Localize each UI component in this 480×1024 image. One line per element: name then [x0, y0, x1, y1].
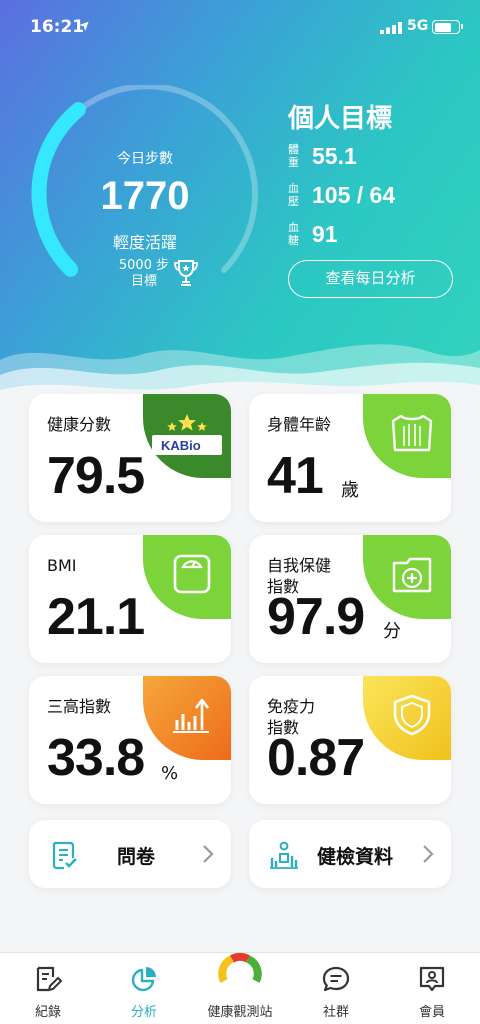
health-gauge-icon: [218, 952, 262, 983]
checkup-data-label: 健檢資料: [317, 846, 394, 868]
tab-member[interactable]: 會員: [392, 953, 472, 1024]
self-care-unit: 分: [383, 621, 401, 642]
pie-chart-icon: [131, 967, 156, 992]
three-high-title: 三高指數: [47, 697, 112, 716]
goal-weight-value: 55.1: [312, 143, 357, 169]
tab-community-label: 社群: [322, 1005, 349, 1020]
status-bar: 16:21 ➤ 5G: [0, 0, 480, 54]
medical-kit-icon: [392, 557, 432, 593]
bottom-tab-bar: 紀錄 分析 健康觀測站 社群 會員: [0, 952, 480, 1024]
body-age-unit: 歲: [341, 480, 359, 501]
goal-blood-sugar-value: 91: [312, 221, 338, 247]
health-score-value: 79.5: [47, 447, 145, 505]
self-care-card[interactable]: 自我保健 指數 97.9 分: [249, 535, 451, 663]
goal-blood-pressure-value: 105 / 64: [312, 182, 396, 208]
daily-analysis-button[interactable]: 查看每日分析: [288, 260, 453, 298]
tab-record[interactable]: 紀錄: [8, 953, 88, 1024]
signal-icon: [380, 22, 402, 34]
self-care-title-line1: 自我保健: [267, 556, 332, 575]
goal-blood-pressure-label: 血壓: [288, 182, 299, 208]
status-time: 16:21: [30, 17, 85, 37]
network-type: 5G: [407, 18, 429, 34]
personal-goals-title: 個人目標: [288, 104, 393, 134]
immunity-value: 0.87: [267, 729, 365, 787]
rising-chart-icon: [173, 698, 210, 733]
checkup-data-button[interactable]: 健檢資料: [249, 820, 451, 888]
self-care-value: 97.9: [267, 588, 365, 646]
chat-bubble-icon: [322, 966, 350, 992]
today-steps-value: 1770: [100, 174, 190, 218]
three-high-card[interactable]: 三高指數 33.8 %: [29, 676, 231, 804]
member-card-icon: [419, 966, 445, 992]
three-high-badge: [143, 676, 231, 760]
three-high-value: 33.8: [47, 729, 145, 787]
bmi-title: BMI: [47, 556, 77, 575]
bmi-value: 21.1: [47, 588, 145, 646]
tab-health-station-label: 健康觀測站: [207, 1005, 273, 1020]
body-age-card[interactable]: 身體年齡 41 歲: [249, 394, 451, 522]
record-edit-icon: [36, 966, 62, 992]
body-age-title: 身體年齡: [267, 415, 332, 434]
immunity-title-line1: 免疫力: [267, 697, 316, 716]
kabio-logo: KABio: [143, 394, 231, 478]
trophy-icon: [174, 260, 198, 286]
scale-icon: [173, 554, 211, 594]
chevron-right-icon: [203, 845, 214, 863]
activity-level: 輕度活躍: [112, 233, 177, 252]
kabio-logo-text: KABio: [161, 438, 201, 453]
health-score-card[interactable]: KABio 健康分數 79.5: [29, 394, 231, 522]
tab-health-station[interactable]: 健康觀測站: [190, 949, 290, 1024]
goal-blood-sugar-label: 血糖: [288, 221, 299, 247]
immunity-badge: [363, 676, 451, 760]
goal-weight-label: 體重: [288, 143, 299, 169]
questionnaire-icon: [52, 841, 77, 870]
bmi-card[interactable]: BMI 21.1: [29, 535, 231, 663]
three-high-unit: %: [161, 763, 179, 784]
body-age-value: 41: [267, 447, 324, 505]
bmi-badge: [143, 535, 231, 619]
immunity-card[interactable]: 免疫力 指數 0.87: [249, 676, 451, 804]
questionnaire-button[interactable]: 問卷: [29, 820, 231, 888]
today-steps-label: 今日步數: [117, 151, 173, 167]
self-care-badge: [363, 535, 451, 619]
torso-icon: [391, 414, 433, 452]
wave-decoration: [0, 344, 480, 400]
battery-icon: [432, 20, 463, 34]
chevron-right-icon: [423, 845, 434, 863]
body-age-badge: [363, 394, 451, 478]
tab-analysis[interactable]: 分析: [104, 953, 184, 1024]
health-score-title: 健康分數: [47, 415, 112, 434]
questionnaire-label: 問卷: [117, 846, 156, 868]
shield-icon: [393, 694, 431, 736]
tab-community[interactable]: 社群: [296, 953, 376, 1024]
tab-analysis-label: 分析: [130, 1005, 157, 1020]
checkup-chart-icon: [270, 841, 298, 869]
tab-member-label: 會員: [418, 1005, 445, 1020]
tab-record-label: 紀錄: [34, 1005, 61, 1020]
